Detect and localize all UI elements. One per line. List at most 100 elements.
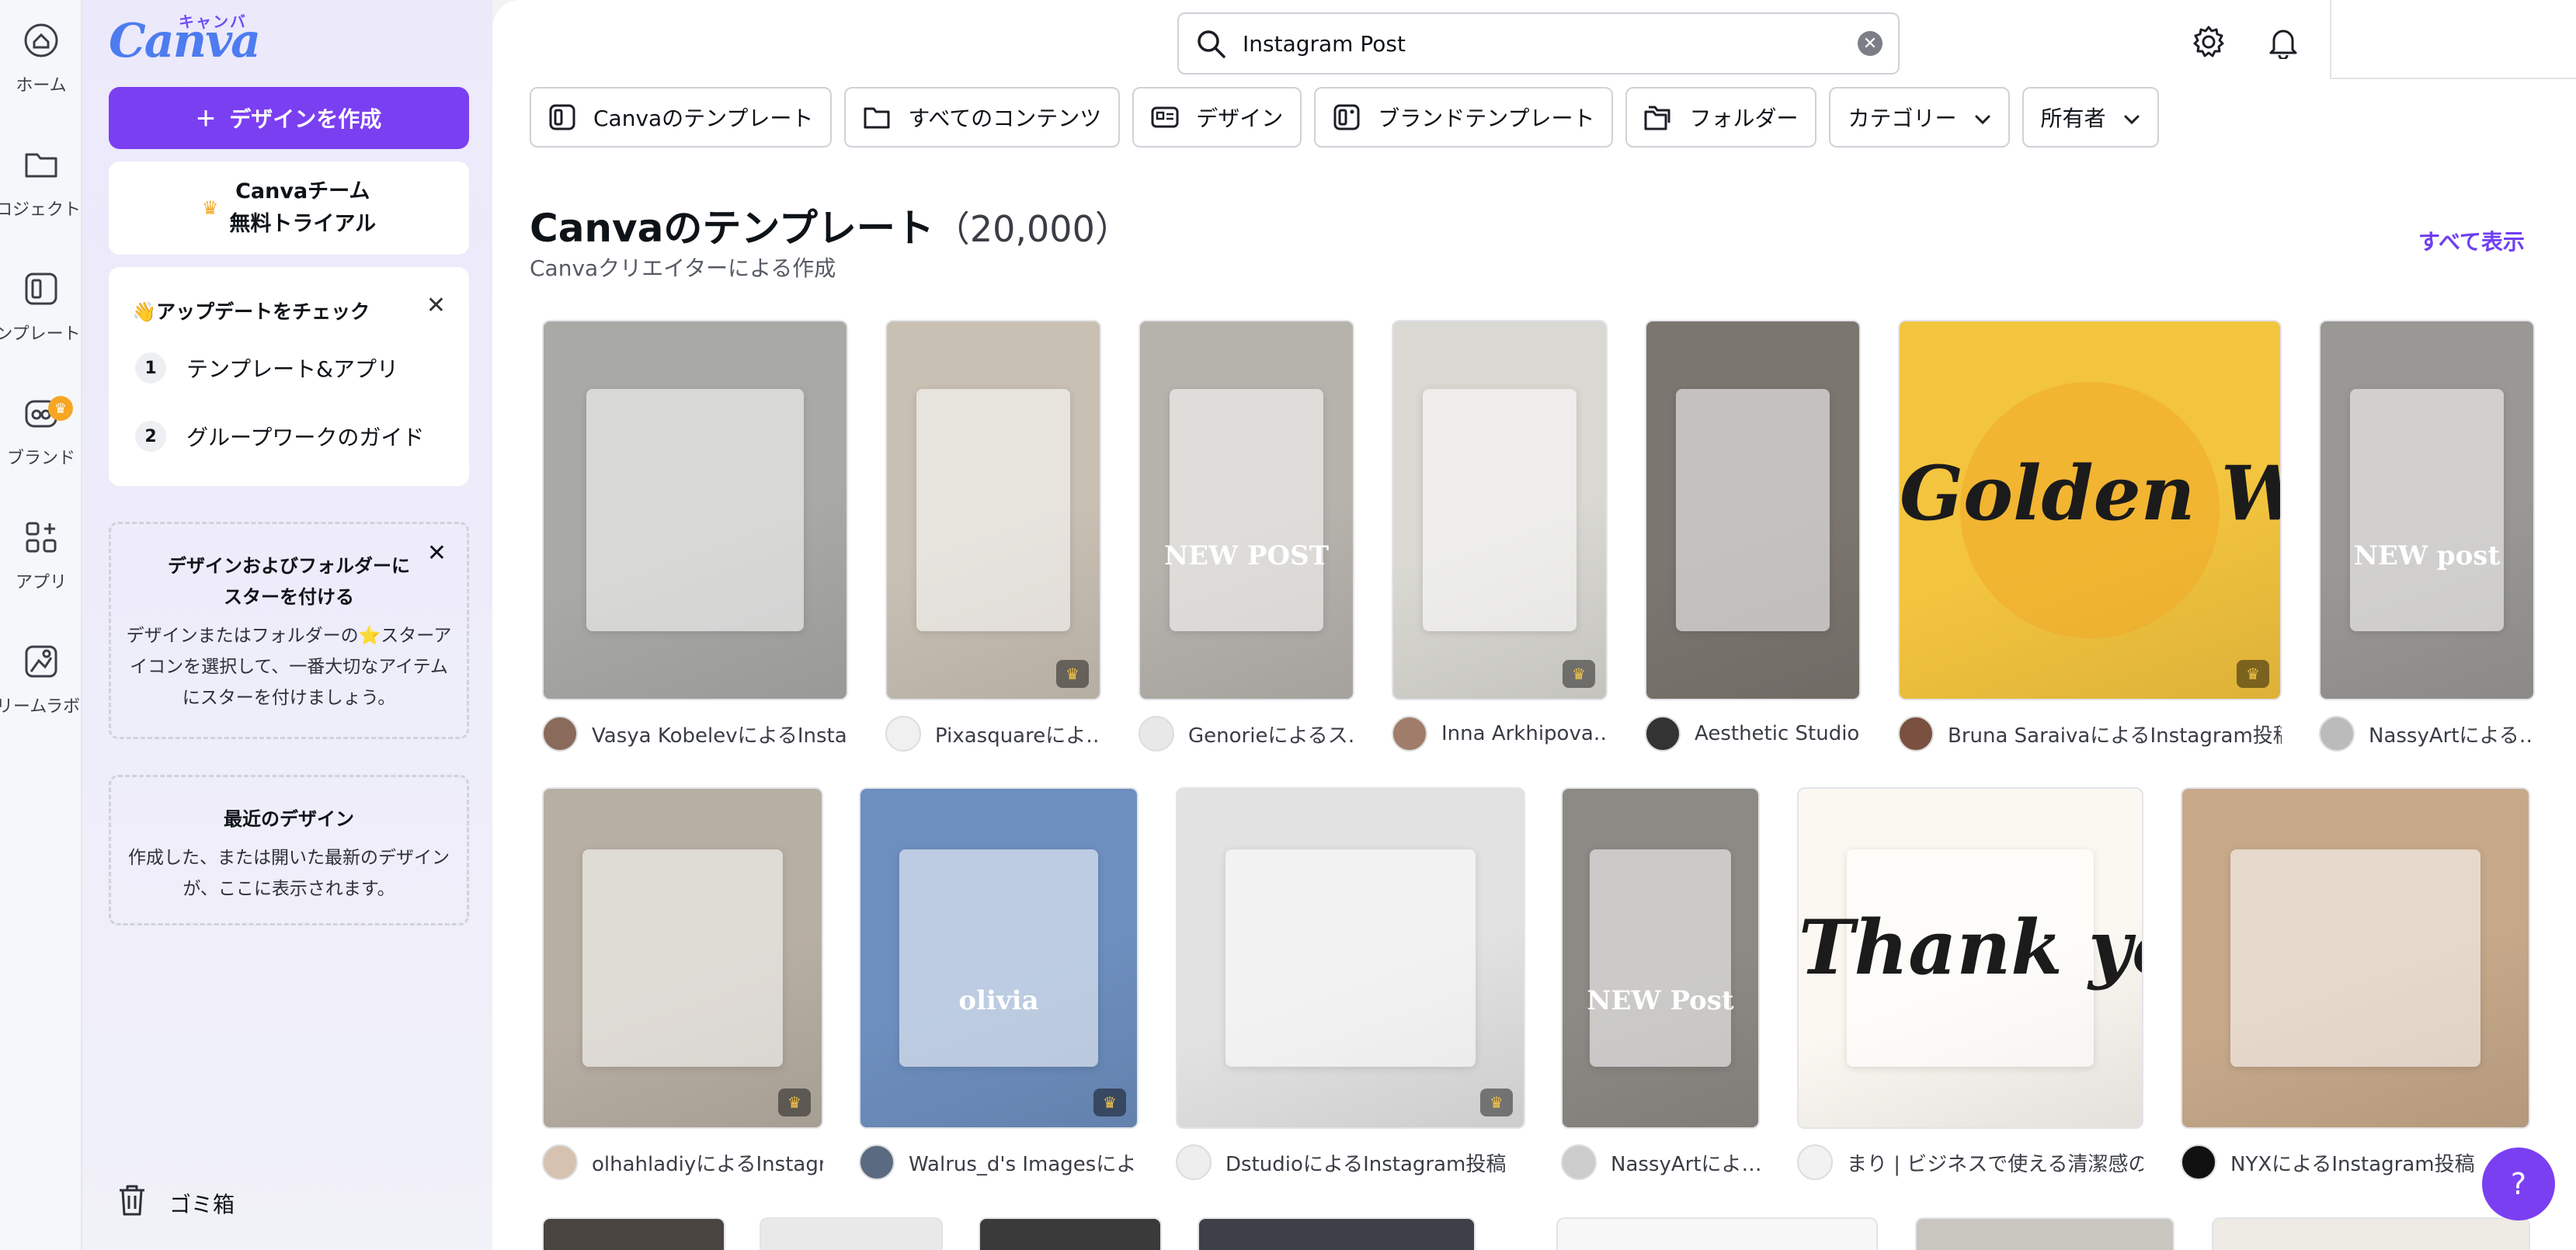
- notification-bell-icon[interactable]: [2261, 20, 2305, 64]
- template-thumbnail[interactable]: NEW post: [2319, 320, 2535, 700]
- filter-chips: Canvaのテンプレート すべてのコンテンツ デザイン ブランドテンプレート フ…: [530, 87, 2159, 148]
- rail-item-apps[interactable]: アプリ: [0, 497, 82, 606]
- trash-icon: [116, 1183, 148, 1223]
- left-rail: ホーム プロジェクト テンプレート ♛ ブランド アプリ ドリームラボ: [0, 0, 82, 1250]
- template-card[interactable]: ♛ Pixasquareによ…: [885, 320, 1101, 755]
- template-thumbnail[interactable]: [2181, 787, 2530, 1129]
- template-card[interactable]: Golden Week ♛ Bruna SaraivaによるInstagram投稿: [1898, 320, 2282, 755]
- template-thumbnail[interactable]: NEW Post: [1561, 787, 1760, 1129]
- recent-designs-body: 作成した、または開いた最新のデザイン が、ここに表示されます。: [128, 848, 450, 899]
- template-thumbnail[interactable]: [542, 1217, 725, 1250]
- template-thumbnail[interactable]: NEW POST: [1139, 320, 1354, 700]
- creator-avatar[interactable]: [1645, 716, 1681, 752]
- filter-brand-templates[interactable]: ブランドテンプレート: [1314, 87, 1614, 148]
- folder-icon: [21, 144, 61, 185]
- template-card[interactable]: Thank you! まり | ビジネスで使える清潔感の…: [1797, 787, 2143, 1183]
- template-thumbnail[interactable]: [979, 1217, 1162, 1250]
- creator-avatar[interactable]: [859, 1144, 895, 1180]
- team-trial-card[interactable]: ♛ Canvaチーム 無料トライアル: [109, 161, 469, 255]
- rail-item-projects[interactable]: プロジェクト: [0, 124, 82, 233]
- filter-category-dropdown[interactable]: カテゴリー: [1829, 87, 2010, 148]
- close-icon[interactable]: ✕: [426, 292, 446, 319]
- close-icon[interactable]: ✕: [427, 540, 447, 567]
- template-card[interactable]: ♛ DstudioによるInstagram投稿: [1176, 787, 1525, 1183]
- see-all-link[interactable]: すべて表示: [2418, 225, 2525, 256]
- template-thumbnail[interactable]: ♛: [885, 320, 1101, 700]
- clear-search-icon[interactable]: ✕: [1858, 31, 1882, 56]
- creator-avatar[interactable]: [885, 716, 921, 752]
- template-meta: まり | ビジネスで使える清潔感の…: [1797, 1144, 2143, 1180]
- template-card[interactable]: Aesthetic Studio…: [1645, 320, 1861, 755]
- creator-name: NassyArtによ…: [1611, 1152, 1760, 1176]
- template-thumbnail[interactable]: olivia ♛: [859, 787, 1139, 1129]
- creator-name: Vasya KobelevによるInstag…: [592, 724, 848, 748]
- trash-link[interactable]: ゴミ箱: [116, 1183, 235, 1223]
- step-number: 1: [135, 352, 166, 384]
- main-content: ✕ Canvaのテンプレート すべてのコンテンツ デザイン ブランドテンプレート…: [492, 0, 2576, 1250]
- star-tip-heading: デザインおよびフォルダーに スターを付ける: [168, 555, 410, 608]
- home-icon: [21, 20, 61, 61]
- creator-avatar[interactable]: [2181, 1144, 2216, 1180]
- update-step-templates-apps[interactable]: 1 テンプレート&アプリ: [135, 352, 398, 384]
- chip-label: Canvaのテンプレート: [593, 106, 814, 131]
- template-thumbnail[interactable]: [1556, 1217, 1878, 1250]
- template-thumbnail[interactable]: ♛: [542, 787, 823, 1129]
- section-count: （20,000）: [933, 208, 1131, 250]
- template-meta: NassyArtによる…: [2319, 716, 2535, 752]
- section-title-text: Canvaのテンプレート: [530, 206, 934, 251]
- section-subtitle: Canvaクリエイターによる作成: [530, 255, 836, 281]
- creator-avatar[interactable]: [542, 1144, 578, 1180]
- thumbnail-overlay-text: NEW POST: [1163, 540, 1330, 571]
- filter-canva-templates[interactable]: Canvaのテンプレート: [530, 87, 833, 148]
- filter-all-content[interactable]: すべてのコンテンツ: [844, 87, 1121, 148]
- template-card[interactable]: NYXによるInstagram投稿: [2181, 787, 2530, 1183]
- template-thumbnail[interactable]: Golden Week ♛: [1898, 320, 2282, 700]
- thumbnail-overlay-text: olivia: [958, 984, 1039, 1016]
- template-thumbnail[interactable]: ♛: [1392, 320, 1608, 700]
- creator-name: DstudioによるInstagram投稿: [1225, 1152, 1507, 1176]
- creator-avatar[interactable]: [1898, 716, 1934, 752]
- creator-avatar[interactable]: [1561, 1144, 1597, 1180]
- settings-gear-icon[interactable]: [2187, 20, 2230, 64]
- filter-designs[interactable]: デザイン: [1132, 87, 1302, 148]
- rail-item-home[interactable]: ホーム: [0, 0, 82, 109]
- template-card[interactable]: Vasya KobelevによるInstag…: [542, 320, 848, 755]
- template-thumbnail[interactable]: [542, 320, 848, 700]
- chevron-down-icon: [1974, 105, 1991, 130]
- help-button[interactable]: ?: [2482, 1148, 2555, 1220]
- creator-avatar[interactable]: [1139, 716, 1174, 752]
- filter-folders[interactable]: フォルダー: [1625, 87, 1817, 148]
- template-card[interactable]: ♛ Inna Arkhipova…: [1392, 320, 1608, 755]
- template-card[interactable]: ♛ olhahladiyによるInstagr…: [542, 787, 823, 1183]
- creator-avatar[interactable]: [1392, 716, 1427, 752]
- template-thumbnail[interactable]: ♛: [1176, 787, 1525, 1129]
- template-card[interactable]: NEW POST Genorieによるス…: [1139, 320, 1354, 755]
- template-thumbnail[interactable]: [1645, 320, 1861, 700]
- search-input[interactable]: [1243, 30, 1858, 57]
- creator-avatar[interactable]: [2319, 716, 2355, 752]
- template-card[interactable]: NEW Post NassyArtによ…: [1561, 787, 1760, 1183]
- creator-avatar[interactable]: [1797, 1144, 1833, 1180]
- rail-item-brand[interactable]: ♛ ブランド: [0, 373, 82, 481]
- template-thumbnail[interactable]: Thank you!: [1797, 787, 2143, 1129]
- logo-kana: キャンバ: [179, 12, 247, 31]
- search-bar[interactable]: ✕: [1177, 12, 1900, 75]
- chip-label: すべてのコンテンツ: [908, 106, 1102, 131]
- template-thumbnail[interactable]: [760, 1217, 943, 1250]
- template-thumbnail[interactable]: [1198, 1217, 1476, 1250]
- creator-avatar[interactable]: [542, 716, 578, 752]
- rail-item-templates[interactable]: テンプレート: [0, 248, 82, 357]
- template-card[interactable]: NEW post NassyArtによる…: [2319, 320, 2535, 755]
- creator-avatar[interactable]: [1176, 1144, 1212, 1180]
- post-frame: [2230, 849, 2480, 1067]
- create-design-button[interactable]: + デザインを作成: [109, 87, 469, 149]
- rail-item-dream-lab[interactable]: ドリームラボ: [0, 621, 82, 730]
- create-design-label: デザインを作成: [229, 107, 382, 131]
- template-thumbnail[interactable]: [2212, 1217, 2530, 1250]
- template-thumbnail[interactable]: [1915, 1217, 2174, 1250]
- template-card[interactable]: olivia ♛ Walrus_d's Imagesによ…: [859, 787, 1139, 1183]
- chip-label: カテゴリー: [1848, 106, 1957, 131]
- post-frame: [916, 389, 1070, 631]
- update-step-group-work-guide[interactable]: 2 グループワークのガイド: [135, 421, 424, 452]
- filter-owner-dropdown[interactable]: 所有者: [2022, 87, 2159, 148]
